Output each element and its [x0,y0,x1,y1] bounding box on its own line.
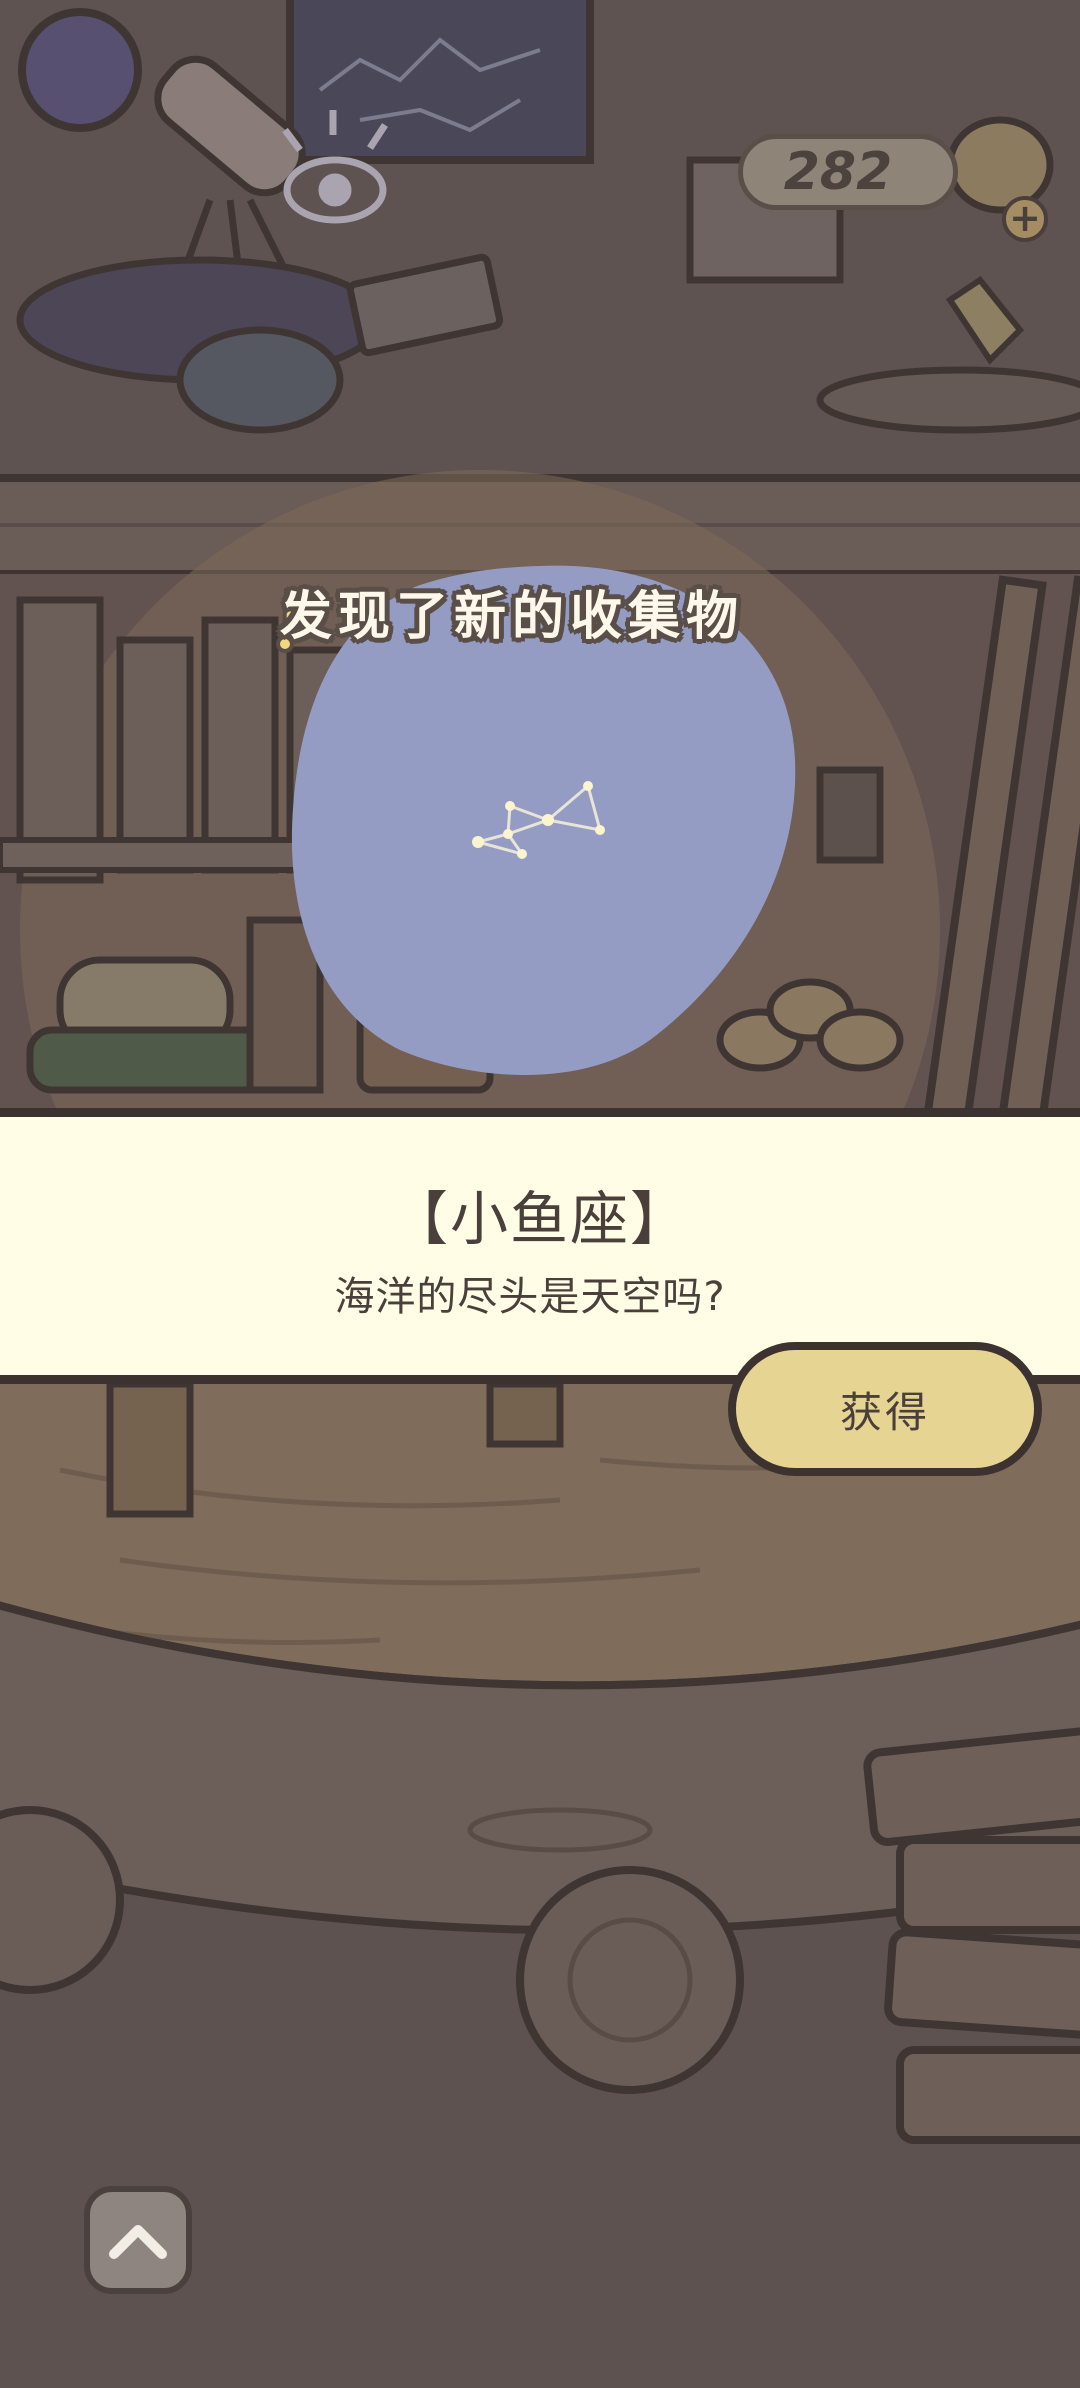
plus-icon[interactable]: + [1002,196,1048,242]
discovery-message: 发现了新的收集物 [280,587,745,647]
collectible-description: 海洋的尽头是天空吗? [334,1274,726,1320]
obtain-button[interactable]: 获得 [728,1342,1042,1476]
currency-counter: 282 [738,134,958,210]
constellation-icon [472,781,605,859]
currency-value: 282 [783,142,893,202]
chevron-up-icon [109,2225,167,2259]
collectible-name: 【小鱼座】 [389,1185,690,1253]
scroll-up-button[interactable] [84,2186,192,2294]
